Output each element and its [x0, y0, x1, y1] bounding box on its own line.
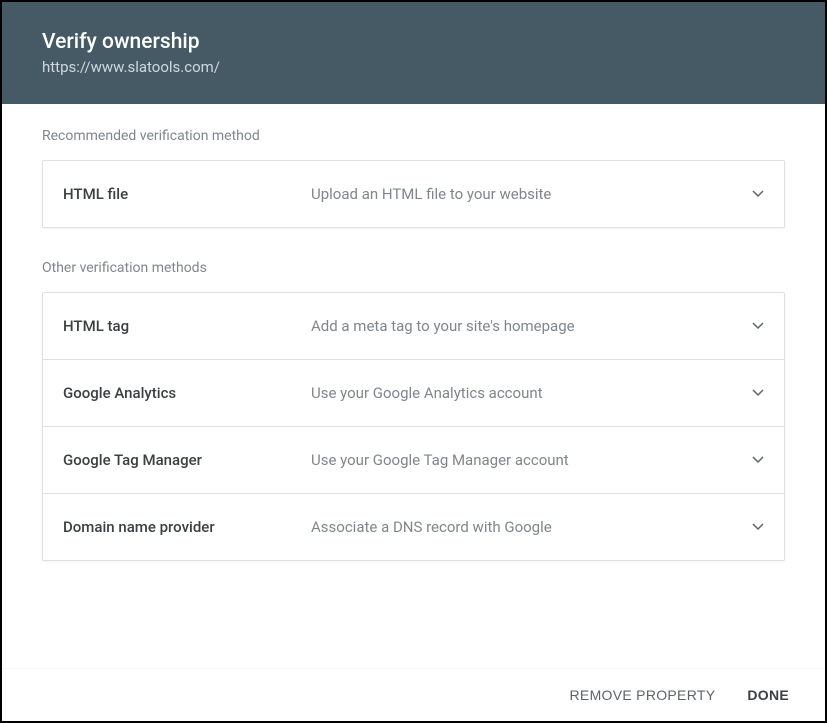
done-button[interactable]: DONE — [747, 687, 789, 703]
chevron-down-icon — [732, 523, 764, 531]
recommended-method-card: HTML file Upload an HTML file to your we… — [42, 160, 785, 228]
recommended-section-label: Recommended verification method — [42, 128, 785, 144]
method-name: Domain name provider — [63, 518, 311, 536]
chevron-down-icon — [732, 389, 764, 397]
method-description: Upload an HTML file to your website — [311, 185, 732, 203]
method-google-tag-manager[interactable]: Google Tag Manager Use your Google Tag M… — [43, 426, 784, 493]
other-methods-list: HTML tag Add a meta tag to your site's h… — [42, 292, 785, 561]
method-name: Google Analytics — [63, 384, 311, 402]
dialog-footer: REMOVE PROPERTY DONE — [2, 668, 825, 721]
method-description: Associate a DNS record with Google — [311, 518, 732, 536]
method-description: Use your Google Tag Manager account — [311, 451, 732, 469]
other-section-label: Other verification methods — [42, 260, 785, 276]
dialog-subtitle: https://www.slatools.com/ — [42, 58, 785, 76]
method-name: HTML tag — [63, 317, 311, 335]
dialog-content: Recommended verification method HTML fil… — [2, 104, 825, 668]
method-html-file[interactable]: HTML file Upload an HTML file to your we… — [43, 161, 784, 227]
chevron-down-icon — [732, 456, 764, 464]
method-html-tag[interactable]: HTML tag Add a meta tag to your site's h… — [43, 293, 784, 359]
dialog-title: Verify ownership — [42, 30, 785, 54]
remove-property-button[interactable]: REMOVE PROPERTY — [570, 687, 716, 703]
chevron-down-icon — [732, 322, 764, 330]
method-name: Google Tag Manager — [63, 451, 311, 469]
dialog-header: Verify ownership https://www.slatools.co… — [2, 2, 825, 104]
method-domain-name-provider[interactable]: Domain name provider Associate a DNS rec… — [43, 493, 784, 560]
method-name: HTML file — [63, 185, 311, 203]
chevron-down-icon — [732, 190, 764, 198]
method-google-analytics[interactable]: Google Analytics Use your Google Analyti… — [43, 359, 784, 426]
method-description: Use your Google Analytics account — [311, 384, 732, 402]
method-description: Add a meta tag to your site's homepage — [311, 317, 732, 335]
